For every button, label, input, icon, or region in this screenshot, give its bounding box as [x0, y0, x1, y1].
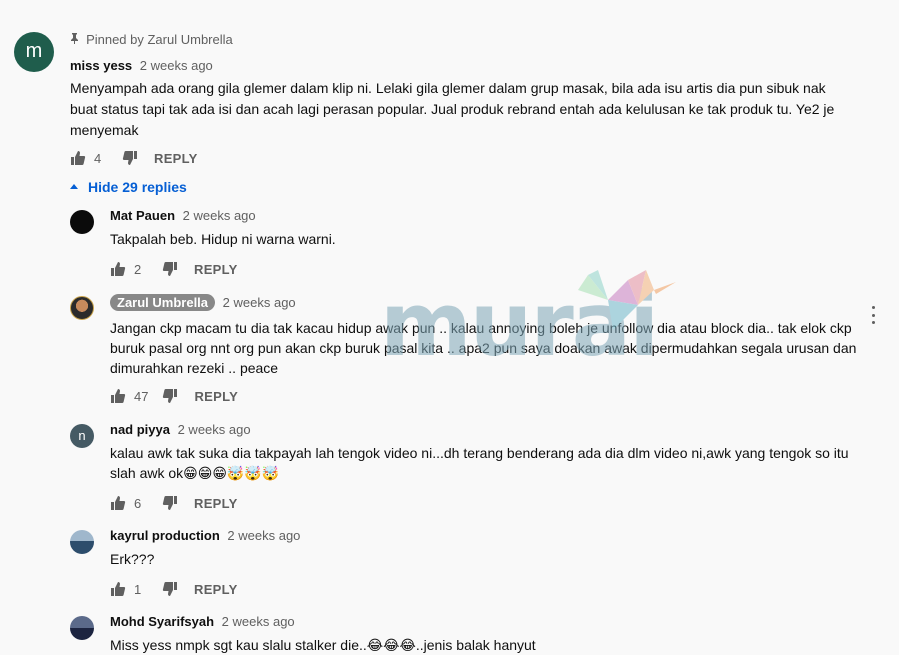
thumbs-down-icon[interactable]: [162, 261, 178, 277]
reply-button[interactable]: REPLY: [194, 262, 238, 277]
comment-header: miss yess 2 weeks ago: [70, 58, 213, 73]
pin-icon: [70, 33, 82, 47]
comment-actions: 2 REPLY: [110, 261, 238, 277]
like-count: 47: [134, 388, 149, 404]
comment-text: Menyampah ada orang gila glemer dalam kl…: [70, 80, 835, 138]
comment-header: Mohd Syarifsyah 2 weeks ago: [110, 614, 295, 629]
comment-header: kayrul production 2 weeks ago: [110, 528, 300, 543]
avatar[interactable]: m: [14, 32, 54, 72]
comment-text: Takpalah beb. Hidup ni warna warni.: [110, 231, 336, 247]
author-name[interactable]: miss yess: [70, 58, 132, 73]
thumbs-down-icon[interactable]: [162, 388, 178, 404]
comment-actions: 1 REPLY: [110, 581, 238, 597]
timestamp[interactable]: 2 weeks ago: [222, 614, 295, 629]
avatar[interactable]: [70, 210, 94, 234]
avatar[interactable]: n: [70, 424, 94, 448]
comment-header: nad piyya 2 weeks ago: [110, 422, 251, 437]
thumbs-up-icon[interactable]: [110, 495, 126, 511]
comment-text: kalau awk tak suka dia takpayah lah teng…: [110, 445, 849, 481]
comment-header: Zarul Umbrella 2 weeks ago: [110, 294, 296, 311]
hide-replies-toggle[interactable]: Hide 29 replies: [68, 179, 187, 195]
author-name[interactable]: nad piyya: [110, 422, 170, 437]
author-name[interactable]: Mohd Syarifsyah: [110, 614, 214, 629]
timestamp[interactable]: 2 weeks ago: [140, 58, 213, 73]
thumbs-down-icon[interactable]: [122, 150, 138, 166]
thumbs-up-icon[interactable]: [110, 388, 126, 404]
thumbs-down-icon[interactable]: [162, 495, 178, 511]
comment-text: Erk???: [110, 551, 155, 567]
channel-owner-badge[interactable]: Zarul Umbrella: [110, 294, 216, 311]
pinned-label: Pinned by Zarul Umbrella: [70, 32, 233, 47]
timestamp[interactable]: 2 weeks ago: [178, 422, 251, 437]
like-count: 6: [134, 495, 142, 511]
comment-text: Jangan ckp macam tu dia tak kacau hidup …: [110, 320, 857, 376]
avatar[interactable]: [70, 296, 94, 320]
avatar[interactable]: [70, 530, 94, 554]
thumbs-up-icon[interactable]: [110, 581, 126, 597]
comment-actions: 6 REPLY: [110, 495, 238, 511]
caret-up-icon: [70, 184, 78, 190]
author-name[interactable]: kayrul production: [110, 528, 220, 543]
author-name[interactable]: Mat Pauen: [110, 208, 175, 223]
thumbs-up-icon[interactable]: [110, 261, 126, 277]
timestamp[interactable]: 2 weeks ago: [183, 208, 256, 223]
thumbs-down-icon[interactable]: [162, 581, 178, 597]
like-count: 4: [94, 150, 102, 166]
thumbs-up-icon[interactable]: [70, 150, 86, 166]
comment-text: Miss yess nmpk sgt kau slalu stalker die…: [110, 637, 536, 653]
more-vert-icon[interactable]: [868, 306, 878, 324]
comment-actions: 4 REPLY: [70, 150, 198, 166]
like-count: 2: [134, 261, 142, 277]
reply-button[interactable]: REPLY: [194, 582, 238, 597]
like-count: 1: [134, 581, 142, 597]
reply-button[interactable]: REPLY: [194, 389, 238, 404]
timestamp[interactable]: 2 weeks ago: [223, 295, 296, 310]
reply-button[interactable]: REPLY: [194, 496, 238, 511]
avatar[interactable]: [70, 616, 94, 640]
comment-header: Mat Pauen 2 weeks ago: [110, 208, 256, 223]
timestamp[interactable]: 2 weeks ago: [227, 528, 300, 543]
comment-actions: 47 REPLY: [110, 388, 238, 404]
reply-button[interactable]: REPLY: [154, 151, 198, 166]
